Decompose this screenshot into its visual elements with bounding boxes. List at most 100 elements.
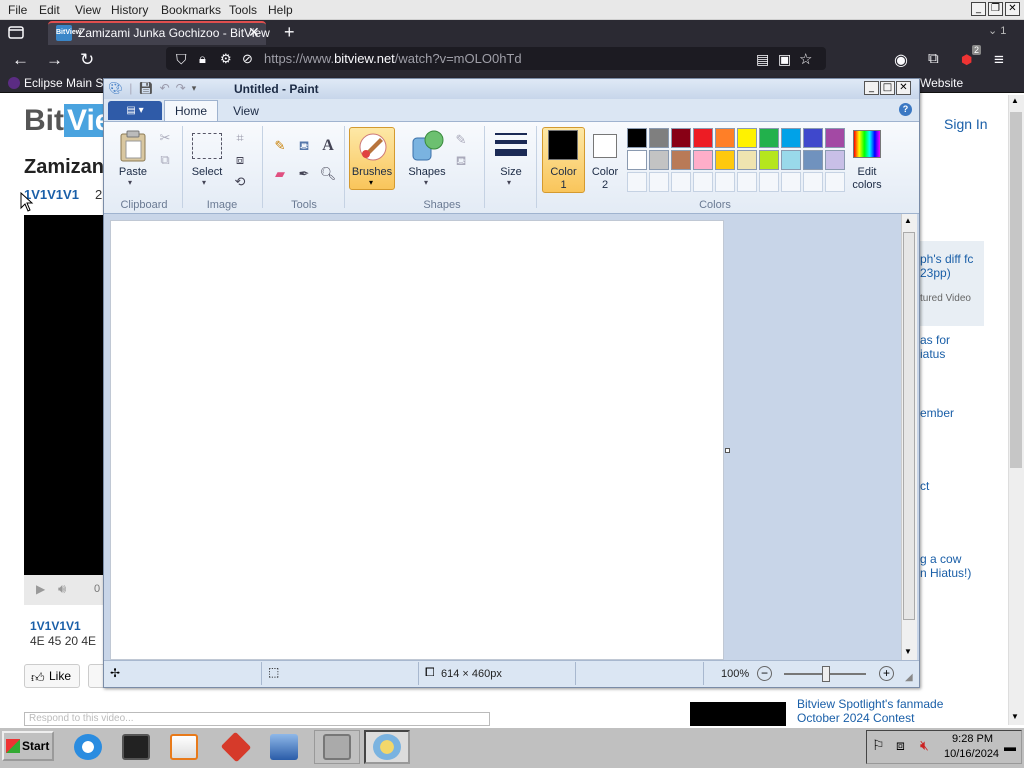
cut-icon[interactable]: ✂	[156, 129, 174, 147]
brushes-button[interactable]: Brushes ▾	[349, 127, 395, 190]
palette-swatch[interactable]	[781, 150, 801, 170]
paint-close-button[interactable]: ✕	[896, 81, 911, 95]
palette-swatch[interactable]	[825, 172, 845, 192]
paint-scroll-down-icon[interactable]: ▼	[904, 647, 912, 656]
spotlight-link[interactable]: Bitview Spotlight's fanmade October 2024 …	[797, 697, 943, 725]
menu-edit[interactable]: Edit	[39, 3, 60, 17]
resize-icon[interactable]: ⧈	[231, 151, 249, 169]
minimize-button[interactable]: _	[971, 2, 986, 16]
picture-in-picture-icon[interactable]: ▣	[778, 51, 791, 68]
paint-minimize-button[interactable]: _	[864, 81, 879, 95]
magnifier-icon[interactable]: 🔍︎	[319, 165, 337, 183]
palette-swatch[interactable]	[693, 150, 713, 170]
customize-qa-icon[interactable]: ▾	[192, 83, 197, 94]
color-picker-icon[interactable]: ✒	[295, 165, 313, 183]
palette-swatch[interactable]	[803, 172, 823, 192]
select-dropdown-icon[interactable]: ▾	[202, 178, 206, 187]
line-size-icon[interactable]	[494, 132, 528, 160]
page-scrollbar-thumb[interactable]	[1010, 112, 1022, 468]
tab-view[interactable]: View	[222, 100, 270, 122]
palette-swatch[interactable]	[715, 150, 735, 170]
palette-swatch[interactable]	[715, 128, 735, 148]
copy-icon[interactable]: ⧉	[156, 151, 174, 169]
sidebar-link-5[interactable]: g a cow	[920, 552, 961, 566]
shapes-dropdown-icon[interactable]: ▾	[424, 178, 428, 187]
close-button[interactable]: ✕	[1005, 2, 1020, 16]
sign-in-link[interactable]: Sign In	[944, 116, 988, 132]
paint-titlebar[interactable]	[104, 79, 919, 99]
palette-swatch[interactable]	[649, 172, 669, 192]
sidebar-link-1[interactable]: ph's diff fc	[920, 252, 973, 266]
taskbar-explorer[interactable]	[116, 730, 156, 764]
taskbar-network[interactable]	[264, 730, 304, 764]
color2-label[interactable]: Color 2	[586, 166, 624, 192]
pencil-icon[interactable]: ✎	[271, 137, 289, 155]
zoom-out-button[interactable]: −	[757, 666, 772, 681]
canvas-resize-handle[interactable]	[725, 448, 730, 453]
palette-swatch[interactable]	[693, 128, 713, 148]
palette-swatch[interactable]	[649, 128, 669, 148]
sidebar-link-4[interactable]: ct	[920, 479, 929, 493]
resize-grip-icon[interactable]: ◢	[905, 672, 913, 683]
tracking-blocked-icon[interactable]: ⊘	[242, 51, 253, 67]
paint-scrollbar-thumb[interactable]	[903, 232, 915, 620]
palette-swatch[interactable]	[759, 128, 779, 148]
drawing-canvas[interactable]	[110, 220, 724, 660]
description-user[interactable]: 1V1V1V1	[30, 619, 81, 633]
palette-swatch[interactable]	[759, 150, 779, 170]
palette-swatch[interactable]	[715, 172, 735, 192]
menu-help[interactable]: Help	[268, 3, 293, 17]
flag-icon[interactable]: ⚐	[872, 737, 885, 754]
select-marquee-icon[interactable]	[192, 133, 222, 159]
color2-swatch[interactable]	[593, 134, 617, 158]
bookmark-website[interactable]: Website	[920, 76, 963, 90]
palette-swatch[interactable]	[825, 150, 845, 170]
lock-icon[interactable]: 🔒︎	[199, 51, 206, 67]
back-icon[interactable]: ←	[12, 50, 29, 70]
tab-overflow-chevron-icon[interactable]: ⌄ 1	[988, 24, 1006, 37]
eraser-icon[interactable]: ▰	[271, 165, 289, 183]
hamburger-menu-icon[interactable]: ≡	[994, 50, 1004, 70]
video-player[interactable]	[24, 215, 104, 575]
clock-time[interactable]: 9:28 PM	[951, 733, 993, 745]
palette-swatch[interactable]	[671, 150, 691, 170]
palette-swatch[interactable]	[781, 128, 801, 148]
palette-swatch[interactable]	[627, 172, 647, 192]
like-button[interactable]: 👍︎ Like	[24, 664, 80, 688]
clock-date[interactable]: 10/16/2024	[944, 748, 1004, 760]
bookmark-eclipse[interactable]: Eclipse Main Site	[8, 76, 116, 90]
palette-swatch[interactable]	[671, 172, 691, 192]
paste-button[interactable]: Paste	[118, 166, 148, 179]
edit-colors-icon[interactable]	[853, 130, 881, 158]
help-icon[interactable]: ?	[899, 103, 912, 116]
text-tool-icon[interactable]: A	[319, 137, 337, 155]
sidebar-link-1b[interactable]: 23pp)	[920, 266, 951, 280]
taskbar-media-player[interactable]	[164, 730, 204, 764]
taskbar-app-gray[interactable]	[314, 730, 360, 764]
show-desktop-icon[interactable]: ▬	[1004, 740, 1016, 754]
scroll-up-icon[interactable]: ▲	[1011, 96, 1019, 105]
paste-clipboard-icon[interactable]	[118, 130, 148, 162]
redo-icon[interactable]: ↷	[176, 81, 186, 95]
new-tab-icon[interactable]: +	[284, 22, 295, 43]
taskbar-app-red[interactable]	[216, 730, 256, 764]
tab-list-icon[interactable]	[8, 25, 24, 39]
palette-swatch[interactable]	[737, 172, 757, 192]
reader-view-icon[interactable]: ▤	[756, 51, 769, 68]
palette-swatch[interactable]	[781, 172, 801, 192]
undo-icon[interactable]: ↶	[160, 81, 170, 95]
zoom-in-button[interactable]: +	[879, 666, 894, 681]
paint-scroll-up-icon[interactable]: ▲	[904, 216, 912, 225]
palette-swatch[interactable]	[627, 128, 647, 148]
rotate-icon[interactable]: ⟲	[231, 173, 249, 191]
menu-file[interactable]: File	[8, 3, 27, 17]
palette-swatch[interactable]	[803, 150, 823, 170]
bookmark-star-icon[interactable]: ☆	[799, 50, 812, 68]
palette-swatch[interactable]	[825, 128, 845, 148]
size-dropdown-icon[interactable]: ▾	[507, 178, 511, 187]
tab-close-icon[interactable]: ✕	[248, 24, 260, 41]
menu-view[interactable]: View	[75, 3, 101, 17]
palette-swatch[interactable]	[693, 172, 713, 192]
scroll-down-icon[interactable]: ▼	[1011, 712, 1019, 721]
sidebar-link-2[interactable]: as for	[920, 333, 950, 347]
